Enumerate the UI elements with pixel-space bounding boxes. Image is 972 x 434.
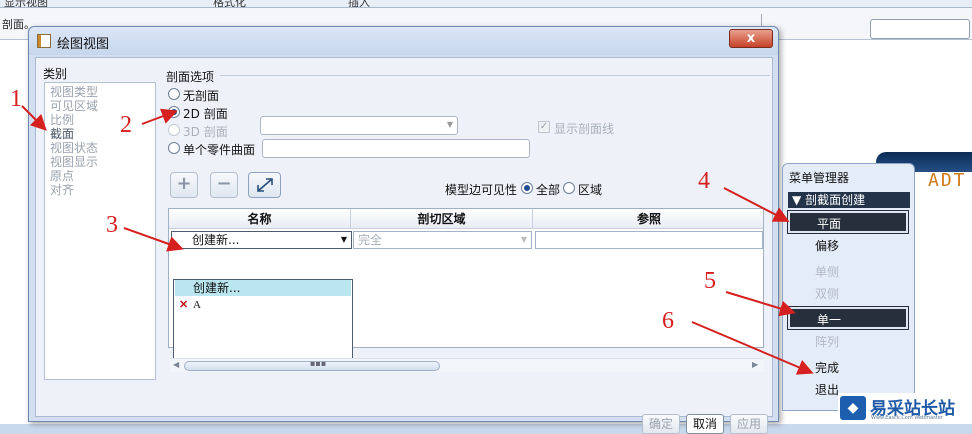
arrow-3 [123,227,184,252]
watermark-subtitle: Www.Easck.Com Webmaster [871,415,943,421]
arrow-1 [21,105,47,131]
arrow-6 [691,321,814,375]
annotation-4: 4 [698,168,710,194]
annotation-6: 6 [662,308,674,334]
annotation-3: 3 [106,212,118,238]
site-watermark: ◆ 易采站长站 Www.Easck.Com Webmaster [838,393,972,424]
site-logo-icon: ◆ [840,396,866,420]
annotation-2: 2 [120,112,132,138]
arrow-2 [141,108,178,125]
arrow-5 [725,291,796,317]
arrow-4 [723,187,790,222]
annotation-5: 5 [704,268,716,294]
annotation-1: 1 [10,86,22,112]
annotation-arrows [21,105,814,375]
